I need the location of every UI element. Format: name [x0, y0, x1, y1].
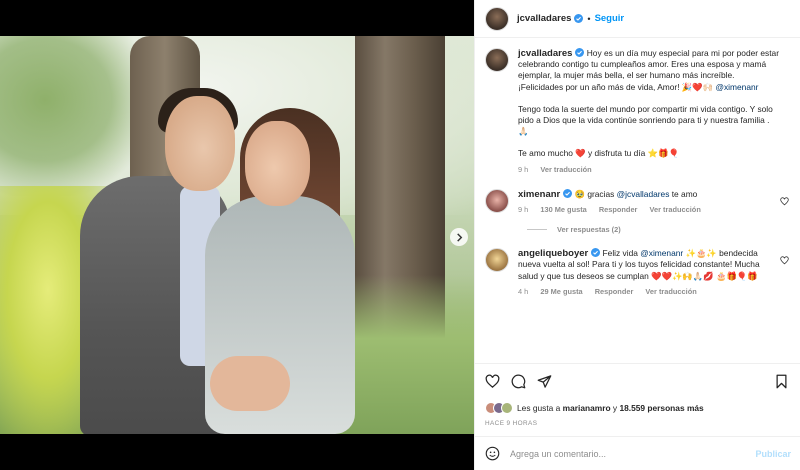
verified-icon: [591, 248, 601, 258]
comment-mention[interactable]: @jcvalladares: [617, 189, 670, 199]
likes-summary: Les gusta a marianamro y 18.559 personas…: [485, 402, 789, 414]
post-actions: Les gusta a marianamro y 18.559 personas…: [475, 363, 800, 427]
caption: jcvalladares Hoy es un día muy especial …: [485, 48, 789, 175]
verified-icon: [575, 48, 585, 57]
caption-translate[interactable]: Ver traducción: [540, 165, 591, 174]
comment-text-suffix: te amo: [669, 188, 698, 199]
caption-mention[interactable]: @ximenanr: [715, 82, 758, 92]
caption-text-2: Tengo toda la suerte del mundo por compa…: [518, 103, 773, 137]
comment-time: 9 h: [518, 205, 529, 215]
comment-item: angeliqueboyer Feliz vida @ximenanr ✨🎂✨ …: [485, 248, 789, 297]
commenter-avatar[interactable]: [485, 248, 509, 273]
reply-button[interactable]: Responder: [595, 287, 634, 296]
commenter-username[interactable]: ximenanr: [518, 189, 560, 200]
view-replies-button[interactable]: Ver respuestas (2): [527, 225, 789, 234]
likes-count[interactable]: 18.559 personas más: [619, 403, 703, 413]
commenter-avatar[interactable]: [485, 188, 509, 213]
comment-mention[interactable]: @ximenanr: [640, 248, 683, 258]
comment-translate[interactable]: Ver traducción: [650, 205, 701, 214]
comment-input[interactable]: Agrega un comentario...: [510, 449, 755, 459]
post-media-panel: [0, 0, 474, 470]
commenter-username[interactable]: angeliqueboyer: [518, 248, 588, 259]
post-header: jcvalladares • Seguir: [475, 0, 800, 38]
comment-item: ximenanr 🥹 gracias @jcvalladares te amo …: [485, 188, 789, 215]
add-comment-bar: Agrega un comentario... Publicar: [475, 436, 800, 470]
comments-list[interactable]: jcvalladares Hoy es un día muy especial …: [475, 38, 800, 363]
post-side-panel: jcvalladares • Seguir jcvalladares Hoy e…: [474, 0, 800, 470]
comment-translate[interactable]: Ver traducción: [645, 287, 696, 296]
bookmark-icon[interactable]: [774, 374, 789, 389]
post-photo[interactable]: [0, 36, 474, 434]
verified-icon: [574, 14, 584, 23]
caption-avatar[interactable]: [485, 48, 509, 72]
caption-time: 9 h: [518, 164, 529, 174]
liker-avatars[interactable]: [485, 402, 513, 414]
like-comment-heart-icon[interactable]: [780, 256, 789, 265]
comment-text: Feliz vida: [602, 248, 641, 259]
liker-username[interactable]: marianamro: [563, 403, 611, 413]
comment-bubble-icon[interactable]: [511, 374, 526, 389]
next-photo-button[interactable]: [450, 228, 468, 246]
like-comment-heart-icon[interactable]: [780, 197, 789, 206]
comment-time: 4 h: [518, 286, 529, 296]
post-date: HACE 9 HORAS: [485, 420, 538, 427]
verified-icon: [563, 188, 573, 198]
author-avatar[interactable]: [485, 6, 509, 31]
like-heart-icon[interactable]: [485, 374, 500, 389]
reply-button[interactable]: Responder: [599, 205, 638, 214]
author-username[interactable]: jcvalladares: [517, 13, 571, 24]
chevron-right-icon: [456, 232, 462, 242]
follow-button[interactable]: Seguir: [595, 13, 625, 24]
share-send-icon[interactable]: [537, 374, 552, 389]
separator-dot: •: [587, 13, 591, 24]
caption-text-3: Te amo mucho ❤️ y disfruta tu día ⭐🎁🎈: [518, 148, 679, 159]
comment-likes[interactable]: 29 Me gusta: [540, 287, 582, 296]
comment-likes[interactable]: 130 Me gusta: [540, 205, 586, 214]
emoji-icon[interactable]: [485, 446, 500, 461]
caption-username[interactable]: jcvalladares: [518, 48, 572, 59]
post-comment-button[interactable]: Publicar: [755, 449, 791, 459]
comment-text: 🥹 gracias: [574, 188, 617, 199]
